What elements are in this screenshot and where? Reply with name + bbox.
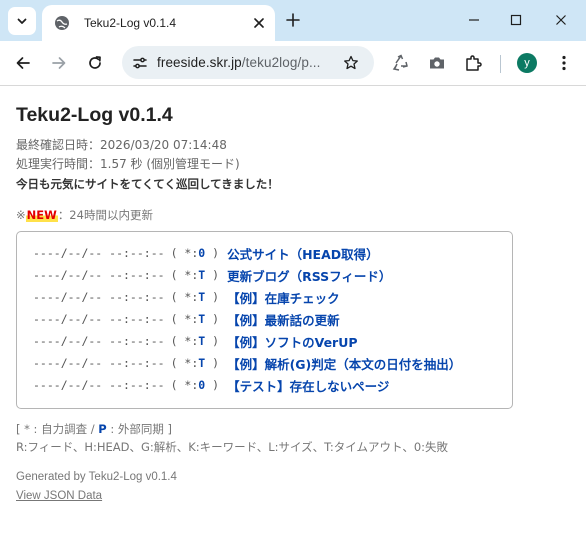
- sync-code: T: [198, 312, 206, 326]
- code-legend: R:フィード、H:HEAD、G:解析、K:キーワード、L:サイズ、T:タイムアウ…: [16, 440, 449, 454]
- new-badge: NEW: [25, 208, 58, 222]
- site-date: ----/--/-- --:--:--: [33, 356, 165, 370]
- more-menu-icon[interactable]: [553, 52, 575, 74]
- list-item: ----/--/-- --:--:-- ( *:T ) 【例】解析(G)判定（本…: [33, 353, 461, 373]
- page-title: Teku2-Log v0.1.4: [16, 104, 173, 126]
- site-link[interactable]: 【テスト】存在しないページ: [227, 376, 389, 395]
- address-bar[interactable]: freeside.skr.jp/teku2log/p...: [122, 46, 374, 79]
- list-item: ----/--/-- --:--:-- ( *:T ) 更新ブログ（RSSフィー…: [33, 265, 391, 285]
- greeting: 今日も元気にサイトをてくてく巡回してきました！: [16, 177, 279, 191]
- sync-code: T: [198, 290, 206, 304]
- url-host: freeside.skr.jp: [157, 55, 242, 70]
- site-sync-status: ( *:T ): [170, 268, 220, 282]
- star-icon[interactable]: [341, 53, 361, 73]
- url-text[interactable]: freeside.skr.jp/teku2log/p...: [157, 55, 321, 70]
- site-link[interactable]: 【例】解析(G)判定（本文の日付を抽出）: [227, 354, 461, 373]
- forward-icon[interactable]: [48, 52, 70, 74]
- sync-code: T: [198, 356, 206, 370]
- site-date: ----/--/-- --:--:--: [33, 334, 165, 348]
- chevron-down-icon: [17, 18, 27, 24]
- site-sync-status: ( *:0 ): [170, 246, 220, 260]
- minimize-icon[interactable]: [464, 10, 484, 30]
- extensions-icon[interactable]: [462, 52, 484, 74]
- sync-code: T: [198, 268, 206, 282]
- site-link[interactable]: 更新ブログ（RSSフィード）: [227, 266, 391, 285]
- site-date: ----/--/-- --:--:--: [33, 378, 165, 392]
- site-link[interactable]: 公式サイト（HEAD取得）: [227, 244, 379, 263]
- new-note-suffix: ：24時間以内更新: [57, 208, 153, 222]
- site-link[interactable]: 【例】最新話の更新: [227, 310, 340, 329]
- last-checked: 最終確認日時：2026/03/20 07:14:48: [16, 138, 227, 152]
- browser-tab[interactable]: Teku2-Log v0.1.4: [42, 5, 275, 41]
- tab-search-button[interactable]: [8, 7, 36, 35]
- site-sync-status: ( *:T ): [170, 290, 220, 304]
- site-date: ----/--/-- --:--:--: [33, 246, 165, 260]
- generated-by: Generated by Teku2-Log v0.1.4: [16, 471, 177, 483]
- tab-title: Teku2-Log v0.1.4: [84, 16, 177, 30]
- site-date: ----/--/-- --:--:--: [33, 268, 165, 282]
- site-date: ----/--/-- --:--:--: [33, 290, 165, 304]
- new-note-prefix: ※: [16, 208, 26, 222]
- browser-toolbar: freeside.skr.jp/teku2log/p... y: [0, 41, 586, 86]
- site-sync-status: ( *:T ): [170, 334, 220, 348]
- plus-icon[interactable]: [283, 10, 303, 30]
- avatar[interactable]: y: [517, 53, 537, 73]
- tab-strip: Teku2-Log v0.1.4: [0, 0, 586, 41]
- reload-icon[interactable]: [84, 52, 106, 74]
- sync-code: 0: [198, 378, 206, 392]
- back-icon[interactable]: [12, 52, 34, 74]
- sync-legend: [ * : 自力調査 / P : 外部同期 ]: [16, 422, 173, 436]
- new-note: ※NEW：24時間以内更新: [16, 207, 153, 223]
- site-date: ----/--/-- --:--:--: [33, 312, 165, 326]
- toolbar-divider: [500, 55, 501, 73]
- list-item: ----/--/-- --:--:-- ( *:T ) 【例】最新話の更新: [33, 309, 340, 329]
- site-list: ----/--/-- --:--:-- ( *:0 ) 公式サイト（HEAD取得…: [16, 231, 513, 409]
- maximize-icon[interactable]: [506, 10, 526, 30]
- list-item: ----/--/-- --:--:-- ( *:0 ) 【テスト】存在しないペー…: [33, 375, 389, 395]
- sync-code: 0: [198, 246, 206, 260]
- processing-time: 処理実行時間：1.57 秒 (個別管理モード): [16, 157, 240, 171]
- site-link[interactable]: 【例】ソフトのVerUP: [227, 332, 357, 351]
- list-item: ----/--/-- --:--:-- ( *:T ) 【例】在庫チェック: [33, 287, 340, 307]
- sync-code: T: [198, 334, 206, 348]
- close-window-icon[interactable]: [551, 10, 571, 30]
- site-sync-status: ( *:T ): [170, 312, 220, 326]
- list-item: ----/--/-- --:--:-- ( *:0 ) 公式サイト（HEAD取得…: [33, 243, 379, 263]
- camera-icon[interactable]: [426, 52, 448, 74]
- site-info-icon[interactable]: [130, 53, 150, 73]
- list-item: ----/--/-- --:--:-- ( *:T ) 【例】ソフトのVerUP: [33, 331, 358, 351]
- close-icon[interactable]: [251, 15, 267, 31]
- globe-icon: [54, 15, 70, 31]
- site-sync-status: ( *:0 ): [170, 378, 220, 392]
- site-link[interactable]: 【例】在庫チェック: [227, 288, 340, 307]
- recycle-extension-icon[interactable]: [390, 52, 412, 74]
- legend-key: P: [98, 422, 107, 436]
- page-content: Teku2-Log v0.1.4 最終確認日時：2026/03/20 07:14…: [0, 87, 586, 543]
- site-sync-status: ( *:T ): [170, 356, 220, 370]
- view-json-link[interactable]: View JSON Data: [16, 490, 102, 502]
- url-path: /teku2log/p...: [241, 55, 321, 70]
